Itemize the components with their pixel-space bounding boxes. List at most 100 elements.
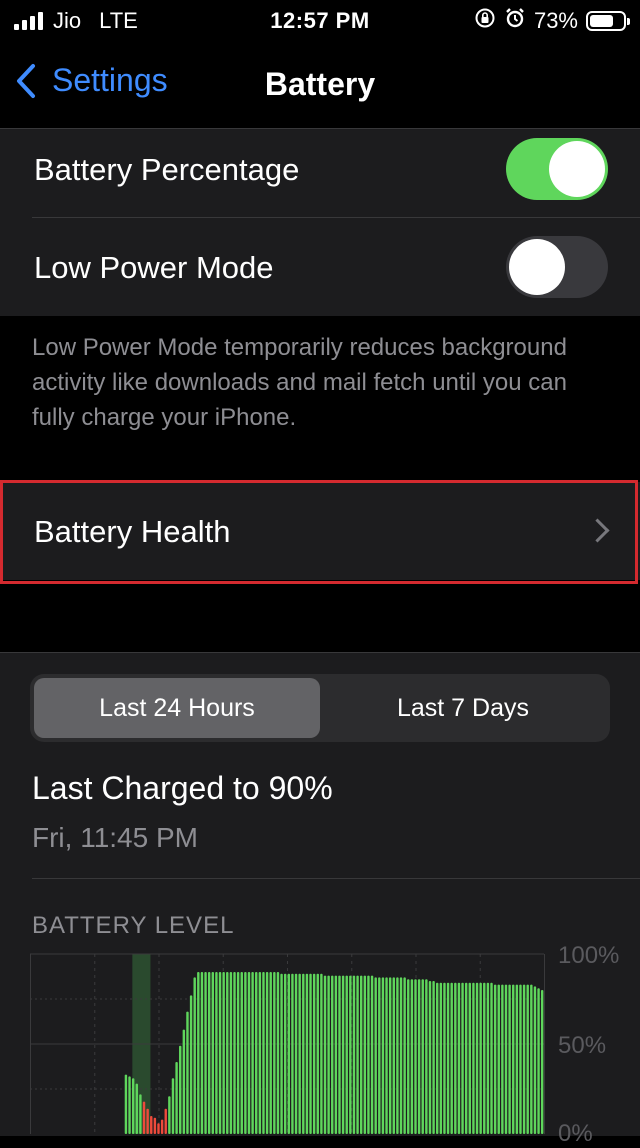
battery-level-bar [504, 984, 508, 1134]
battery-percentage-toggle[interactable] [506, 138, 608, 200]
battery-level-bar [269, 972, 272, 1134]
battery-level-bar [229, 972, 233, 1134]
battery-level-bar [407, 979, 410, 1134]
battery-level-bar [280, 973, 283, 1134]
battery-level-bar [501, 984, 504, 1134]
battery-level-bar [399, 977, 403, 1134]
time-range-segmented-control: Last 24 Hours Last 7 Days [30, 674, 610, 742]
battery-level-bar [236, 972, 240, 1134]
battery-level-bar [454, 982, 457, 1134]
battery-level-bar [244, 972, 247, 1134]
divider [32, 878, 640, 879]
battery-level-bar [200, 972, 204, 1134]
battery-level-bar [226, 972, 229, 1134]
last-charged-title: Last Charged to 90% [32, 770, 333, 806]
battery-level-bar [334, 975, 338, 1134]
battery-level-bar [168, 1096, 171, 1134]
battery-level-bar [410, 979, 414, 1134]
battery-level-bar [540, 990, 544, 1134]
battery-level-bar [530, 984, 533, 1134]
battery-level-bar [439, 982, 443, 1134]
low-power-mode-row: Low Power Mode [0, 218, 640, 316]
battery-level-bar [258, 972, 262, 1134]
battery-level-bar [425, 979, 428, 1134]
battery-level-bar [356, 975, 359, 1134]
tab-last-24-hours[interactable]: Last 24 Hours [34, 678, 320, 738]
chart-title: BATTERY LEVEL [32, 912, 235, 939]
battery-icon [586, 11, 630, 31]
battery-level-bar [327, 975, 330, 1134]
battery-level-bar [515, 984, 519, 1134]
battery-level-bar [522, 984, 526, 1134]
battery-level-bar [218, 972, 222, 1134]
battery-level-bar [157, 1123, 160, 1134]
battery-level-bar [349, 975, 352, 1134]
battery-level-bar [179, 1045, 182, 1134]
battery-level-bar [323, 975, 327, 1134]
battery-level-bar [186, 1011, 189, 1134]
y-tick-label: 100% [558, 942, 620, 969]
battery-level-bar [421, 979, 424, 1134]
toggle-group: Battery Percentage Low Power Mode [0, 128, 640, 316]
battery-level-bar [146, 1108, 149, 1134]
low-power-footer: Low Power Mode temporarily reduces backg… [32, 334, 567, 431]
battery-level-bar [283, 973, 287, 1134]
battery-level-bar [171, 1078, 175, 1134]
battery-level-bar [457, 982, 461, 1134]
battery-level-bar [512, 984, 515, 1134]
battery-level-bar [374, 977, 377, 1134]
low-power-mode-label: Low Power Mode [34, 250, 274, 285]
battery-health-label: Battery Health [34, 514, 231, 549]
battery-level-bar [193, 977, 196, 1134]
tab-last-7-days[interactable]: Last 7 Days [320, 678, 606, 738]
battery-health-row[interactable]: Battery Health [0, 482, 640, 580]
battery-level-bar [276, 972, 280, 1134]
battery-level-bar [287, 973, 291, 1134]
battery-level-bar [211, 972, 215, 1134]
battery-level-bar [443, 982, 446, 1134]
battery-level-chart-svg [30, 953, 545, 1134]
battery-level-chart [30, 950, 550, 1136]
battery-level-bar [233, 972, 236, 1134]
y-tick-label: 0% [558, 1120, 593, 1147]
alarm-icon [504, 7, 526, 35]
battery-level-bar [128, 1076, 131, 1134]
battery-level-bar [215, 972, 218, 1134]
battery-level-bar [490, 982, 493, 1134]
battery-level-bar [396, 977, 399, 1134]
battery-level-bar [428, 981, 432, 1134]
battery-level-bar [508, 984, 511, 1134]
battery-level-bar [124, 1074, 128, 1134]
battery-level-bar [378, 977, 381, 1134]
battery-level-bar [385, 977, 388, 1134]
battery-level-bar [526, 984, 529, 1134]
battery-level-bar [247, 972, 251, 1134]
battery-level-bar [446, 982, 450, 1134]
battery-level-bar [533, 986, 537, 1134]
status-bar: Jio LTE 12:57 PM 73% [0, 0, 640, 42]
battery-percent: 73% [533, 8, 578, 33]
page-title: Battery [264, 66, 376, 102]
battery-level-bar [483, 982, 486, 1134]
battery-level-bar [381, 977, 385, 1134]
orientation-lock-icon [474, 7, 496, 35]
battery-level-bar [182, 1029, 186, 1134]
battery-level-bar [305, 973, 309, 1134]
battery-level-bar [153, 1117, 157, 1134]
battery-level-bar [294, 973, 298, 1134]
battery-level-bar [519, 984, 522, 1134]
battery-percentage-label: Battery Percentage [34, 152, 300, 187]
battery-level-bar [302, 973, 305, 1134]
battery-level-bar [255, 972, 258, 1134]
battery-level-bar [316, 973, 319, 1134]
navigation-bar: Settings Battery [0, 42, 640, 128]
battery-level-bar [417, 979, 421, 1134]
battery-level-bar [432, 981, 435, 1134]
low-power-mode-toggle[interactable] [506, 236, 608, 298]
last-charged-time: Fri, 11:45 PM [32, 822, 198, 853]
battery-level-bar [370, 975, 374, 1134]
status-right: 73% [474, 7, 630, 35]
battery-level-bar [175, 1062, 178, 1134]
battery-level-bar [251, 972, 254, 1134]
battery-level-bar [164, 1108, 167, 1134]
